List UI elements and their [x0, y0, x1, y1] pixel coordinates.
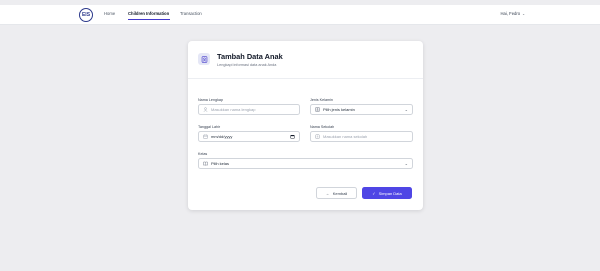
class-select[interactable]: Pilih kelas ⌄ — [198, 158, 413, 169]
birth-date-label: Tanggal Lahir — [198, 125, 221, 129]
chevron-down-icon: ⌄ — [404, 161, 408, 166]
active-nav-indicator — [128, 19, 170, 20]
back-button[interactable]: ← Kembali — [316, 187, 357, 199]
form-header: Tambah Data Anak Lengkapi informasi data… — [188, 41, 423, 79]
class-selected-value: Pilih kelas — [211, 161, 230, 166]
school-name-input[interactable]: Masukkan nama sekolah — [310, 131, 413, 142]
logo-text: EIS — [81, 12, 91, 18]
full-name-placeholder: Masukkan nama lengkap — [211, 107, 256, 112]
add-child-form-card: Tambah Data Anak Lengkapi informasi data… — [188, 41, 423, 210]
save-button[interactable]: ✓ Simpan Data — [362, 187, 412, 199]
logo[interactable]: EIS — [79, 8, 93, 22]
person-icon — [203, 107, 208, 112]
back-button-label: Kembali — [332, 190, 348, 196]
user-icon — [198, 53, 210, 65]
form-title: Tambah Data Anak — [217, 52, 283, 61]
nav-home[interactable]: Home — [104, 11, 115, 16]
chevron-down-icon: ⌄ — [404, 107, 408, 112]
date-picker-icon[interactable] — [290, 134, 295, 140]
arrow-left-icon: ← — [325, 190, 330, 196]
user-menu[interactable]: Hai, Fedro ⌄ — [501, 11, 525, 16]
gender-select[interactable]: Pilih jenis kelamin ⌄ — [310, 104, 413, 115]
check-icon: ✓ — [372, 190, 376, 196]
school-name-label: Nama Sekolah — [310, 125, 335, 129]
full-name-input[interactable]: Masukkan nama lengkap — [198, 104, 300, 115]
school-icon — [315, 134, 320, 139]
user-name: Hai, Fedro — [500, 11, 521, 16]
birth-date-input[interactable]: mm/dd/yyyy — [198, 131, 300, 142]
chevron-down-icon: ⌄ — [521, 12, 525, 16]
nav-children-information[interactable]: Children Information — [128, 11, 169, 16]
calendar-icon — [203, 134, 208, 139]
top-navbar: EIS Home Children Information Transactio… — [0, 5, 600, 25]
school-name-placeholder: Masukkan nama sekolah — [323, 134, 368, 139]
full-name-label: Nama Lengkap — [198, 98, 224, 102]
gender-label: Jenis Kelamin — [310, 98, 333, 102]
gender-selected-value: Pilih jenis kelamin — [323, 107, 355, 112]
birth-date-value: mm/dd/yyyy — [211, 134, 233, 139]
nav-transaction[interactable]: Transaction — [180, 11, 202, 16]
id-card-icon — [315, 107, 320, 112]
save-button-label: Simpan Data — [378, 190, 402, 196]
form-subtitle: Lengkapi informasi data anak Anda — [217, 63, 277, 67]
class-label: Kelas — [198, 152, 208, 156]
book-icon — [203, 161, 208, 166]
